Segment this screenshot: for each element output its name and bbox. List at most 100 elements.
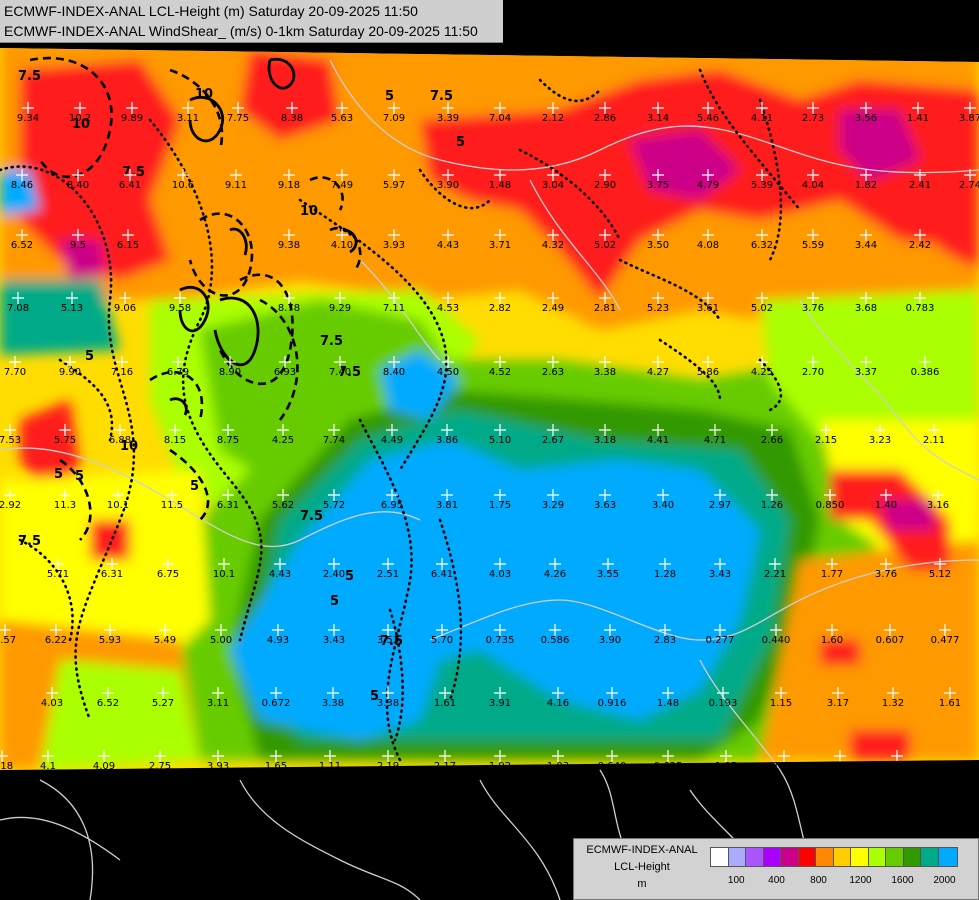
station-value: 0.850	[816, 500, 845, 511]
station-value: 6.88	[109, 435, 131, 446]
station-value: 2.81	[594, 303, 616, 314]
station-value: 9.34	[17, 113, 39, 124]
station-value: 4.18	[0, 761, 13, 772]
legend-tick-label: 800	[810, 875, 827, 886]
station-value: 3.18	[594, 435, 616, 446]
station-value: 3.37	[855, 367, 877, 378]
station-value: 1.48	[489, 180, 511, 191]
station-value: 2.41	[909, 180, 931, 191]
station-value: 3.90	[599, 635, 621, 646]
station-value: 9.89	[121, 113, 143, 124]
station-value: 3.14	[647, 113, 669, 124]
station-value: 3.23	[869, 435, 891, 446]
station-value: 1.40	[875, 500, 897, 511]
station-value: 2.40	[323, 569, 345, 580]
station-value: 5.63	[331, 113, 353, 124]
station-value: 7.49	[331, 180, 353, 191]
station-value: 2.67	[542, 435, 564, 446]
station-value: 3.75	[647, 180, 669, 191]
station-value: 1.85	[715, 761, 737, 772]
station-value: 2.82	[489, 303, 511, 314]
station-value: 3.50	[647, 240, 669, 251]
station-value: 3.44	[855, 240, 877, 251]
station-value: 5.70	[431, 635, 453, 646]
contour-label: 5	[75, 469, 84, 484]
station-value: 7.74	[323, 435, 345, 446]
station-value: 3.86	[436, 435, 458, 446]
legend-variable: LCL-Height	[614, 861, 670, 873]
station-value: 8.40	[67, 180, 89, 191]
station-value: 7.75	[227, 113, 249, 124]
station-value: 1.82	[855, 180, 877, 191]
station-value: 7.04	[489, 113, 511, 124]
station-value: 1.60	[821, 635, 843, 646]
station-value: 5.02	[594, 240, 616, 251]
station-value: 3.11	[207, 698, 229, 709]
station-value: 3.40	[652, 500, 674, 511]
station-value: 9.06	[114, 303, 136, 314]
station-value: 2.90	[594, 180, 616, 191]
station-value: 4.41	[647, 435, 669, 446]
station-value: 3.53	[377, 635, 399, 646]
station-value: 2.83	[654, 635, 676, 646]
station-value: 3.39	[437, 113, 459, 124]
station-value: 3.55	[597, 569, 619, 580]
station-value: 7.53	[0, 435, 21, 446]
contour-label: 5	[330, 594, 339, 609]
station-value: 2.19	[377, 761, 399, 772]
field-region	[0, 280, 120, 355]
contour-label: 7.5	[18, 69, 41, 84]
contour-label: 5	[385, 89, 394, 104]
station-value: 2.42	[909, 240, 931, 251]
weather-map: 7.5105 7.55107.557.57.51057.5557.5557.551…	[0, 0, 979, 900]
station-value: 1.11	[319, 761, 341, 772]
station-value: 1.61	[939, 698, 961, 709]
station-value: 3.43	[323, 635, 345, 646]
station-value: 5.46	[697, 113, 719, 124]
station-value: 4.49	[381, 435, 403, 446]
contour-label: 7.5	[18, 534, 41, 549]
station-value: 10.1	[213, 569, 235, 580]
station-value: 3.71	[489, 240, 511, 251]
station-value: 3.16	[927, 500, 949, 511]
station-value: 2.49	[542, 303, 564, 314]
station-value: 3.43	[709, 569, 731, 580]
station-value: 5.72	[323, 500, 345, 511]
legend-tick-label: 100	[727, 875, 745, 886]
station-value: 5.97	[383, 180, 405, 191]
station-value: 2.17	[434, 761, 456, 772]
station-value: 4.71	[704, 435, 726, 446]
legend-model: ECMWF-INDEX-ANAL	[586, 844, 698, 856]
station-value: 2.74	[959, 180, 979, 191]
station-value: 5.13	[61, 303, 83, 314]
contour-label: 7.5	[122, 165, 145, 180]
station-value: 11.3	[54, 500, 76, 511]
station-value: 0.607	[876, 635, 905, 646]
station-value: 2.86	[594, 113, 616, 124]
station-value: 3.38	[322, 698, 344, 709]
station-value: 7.40	[329, 367, 351, 378]
map-title-lcl: ECMWF-INDEX-ANAL LCL-Height (m) Saturday…	[4, 3, 418, 19]
station-value: 7.09	[383, 113, 405, 124]
legend-tick-label: 400	[768, 875, 785, 886]
station-value: 4.03	[41, 698, 63, 709]
station-value: 2.21	[764, 569, 786, 580]
color-legend: ECMWF-INDEX-ANAL LCL-Height m 100 400 800 1…	[573, 838, 979, 900]
station-value: 4.10	[331, 240, 353, 251]
contour-label: 7.5	[300, 509, 323, 524]
station-value: 5.86	[697, 367, 719, 378]
station-value: 6.52	[97, 698, 119, 709]
station-value: 9.18	[278, 180, 300, 191]
contour-label: 5	[85, 349, 94, 364]
map-title-windshear: ECMWF-INDEX-ANAL WindShear_ (m/s) 0-1km …	[4, 23, 478, 39]
station-value: 1.09	[886, 761, 908, 772]
contour-label: 7.5	[320, 334, 343, 349]
station-value: 1.77	[821, 569, 843, 580]
station-value: 8.75	[217, 435, 239, 446]
station-value: 8.40	[383, 367, 405, 378]
station-value: 0.440	[762, 635, 791, 646]
station-value: 4.43	[437, 240, 459, 251]
contour-label: 10	[195, 87, 213, 102]
station-value: 1.61	[434, 698, 456, 709]
station-value: 5.49	[154, 635, 176, 646]
